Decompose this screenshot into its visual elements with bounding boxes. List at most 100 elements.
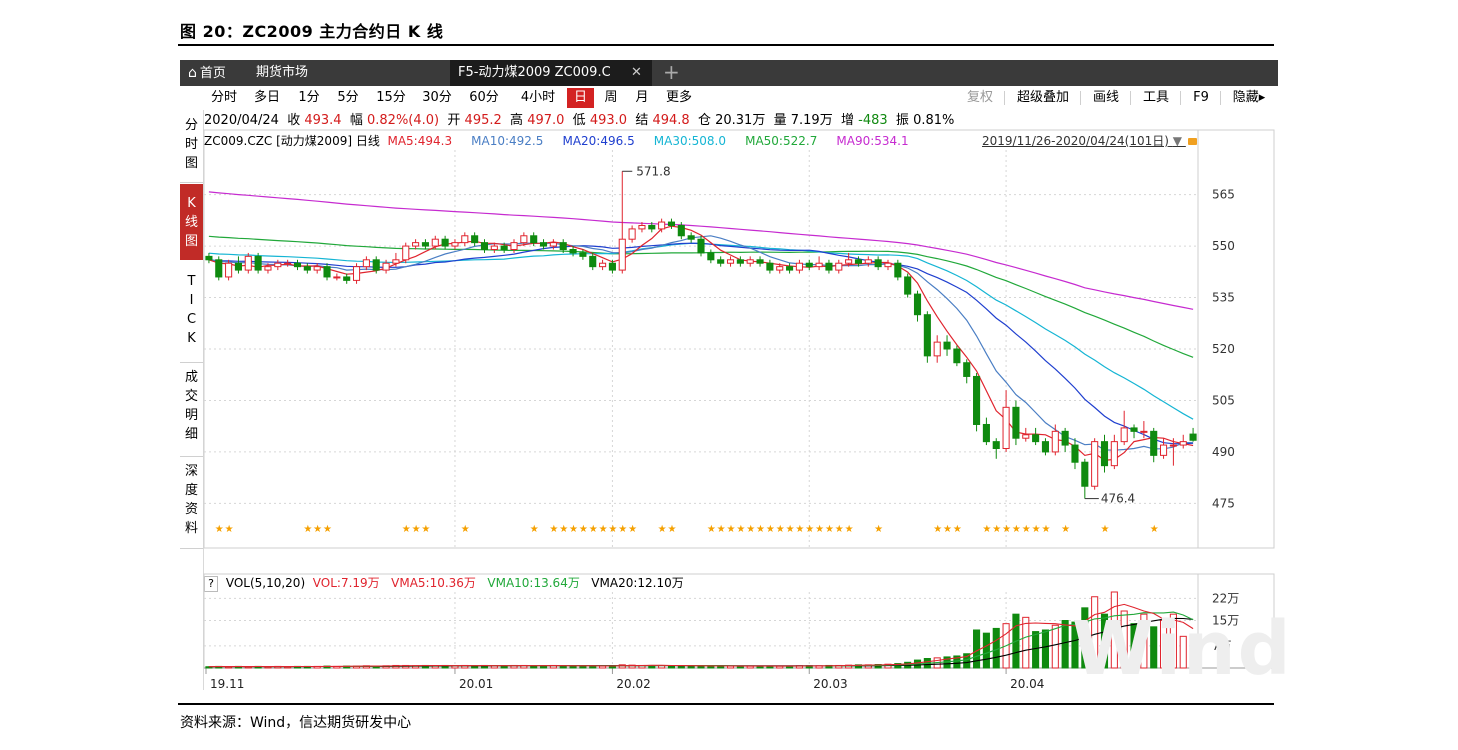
event-star-icon: ★ (795, 524, 804, 535)
candle-body (628, 228, 636, 240)
event-star-icon: ★ (313, 524, 322, 535)
candle-body (480, 242, 489, 250)
candle-body (1130, 427, 1138, 432)
candle-body (530, 235, 538, 244)
candle-body (697, 238, 705, 254)
event-star-icon: ★ (549, 524, 558, 535)
event-star-icon: ★ (599, 524, 608, 535)
price-tick-label: 475 (1212, 496, 1235, 510)
candle-body (1140, 430, 1148, 433)
candle-body (441, 238, 449, 247)
candle-body (1022, 434, 1030, 439)
event-star-icon: ★ (402, 524, 411, 535)
candle-body (805, 262, 813, 268)
event-star-icon: ★ (608, 524, 617, 535)
candle-body (894, 262, 902, 278)
candle-body (667, 221, 676, 226)
event-star-icon: ★ (766, 524, 775, 535)
candle-body (864, 259, 872, 264)
candle-body (776, 266, 784, 271)
bottom-rule (178, 703, 1274, 705)
candle-body (963, 362, 971, 377)
candle-body (835, 262, 843, 271)
candle-body (1150, 430, 1158, 456)
candle-body (1169, 444, 1177, 447)
candle-body (874, 259, 882, 268)
candle-body (1100, 441, 1109, 467)
candle-body (786, 266, 794, 271)
candle-body (707, 252, 715, 261)
volume-tick-label: 22万 (1212, 591, 1239, 605)
event-star-icon: ★ (1002, 524, 1011, 535)
event-star-icon: ★ (815, 524, 824, 535)
event-star-icon: ★ (982, 524, 991, 535)
wind-watermark: Wind (1072, 606, 1293, 692)
candle-body (1110, 441, 1118, 467)
event-star-icon: ★ (717, 524, 726, 535)
event-star-icon: ★ (874, 524, 883, 535)
candle-body (392, 259, 400, 264)
volume-bar (569, 665, 577, 669)
event-star-icon: ★ (727, 524, 736, 535)
candle-body (726, 259, 735, 264)
event-star-icon: ★ (1012, 524, 1021, 535)
high-label: 571.8 (636, 164, 670, 178)
candle-body (854, 259, 863, 264)
candle-body (973, 375, 981, 425)
event-star-icon: ★ (303, 524, 312, 535)
candle-body (362, 259, 370, 268)
candle-body (1012, 406, 1020, 439)
event-star-icon: ★ (579, 524, 588, 535)
candle-body (372, 259, 380, 271)
event-star-icon: ★ (618, 524, 627, 535)
candle-body (982, 423, 990, 443)
candle-body (579, 252, 587, 257)
event-star-icon: ★ (845, 524, 854, 535)
candle-body (471, 235, 479, 244)
candle-body (431, 238, 439, 247)
candle-body (992, 441, 1000, 450)
candle-body (284, 262, 292, 265)
event-star-icon: ★ (215, 524, 224, 535)
event-star-icon: ★ (943, 524, 952, 535)
candle-body (1041, 441, 1050, 453)
price-tick-label: 490 (1212, 445, 1235, 459)
candle-body (569, 249, 577, 254)
event-star-icon: ★ (953, 524, 962, 535)
candle-body (1061, 430, 1069, 446)
event-star-icon: ★ (746, 524, 755, 535)
candle-body (333, 276, 341, 279)
price-tick-label: 535 (1212, 291, 1235, 305)
event-star-icon: ★ (569, 524, 578, 535)
candle-body (589, 255, 597, 268)
event-star-icon: ★ (658, 524, 667, 535)
candle-body (746, 259, 754, 264)
candle-body (825, 262, 833, 271)
candle-body (323, 266, 331, 278)
candle-body (658, 221, 666, 230)
event-star-icon: ★ (1101, 524, 1110, 535)
candle-body (648, 224, 656, 230)
candle-body (313, 266, 321, 271)
event-star-icon: ★ (589, 524, 598, 535)
event-star-icon: ★ (825, 524, 834, 535)
time-tick-label: 20.04 (1010, 677, 1044, 691)
event-star-icon: ★ (667, 524, 676, 535)
event-star-icon: ★ (530, 524, 539, 535)
candle-body (1179, 441, 1187, 446)
event-star-icon: ★ (736, 524, 745, 535)
candle-body (352, 266, 361, 281)
event-star-icon: ★ (461, 524, 470, 535)
candle-body (717, 259, 725, 264)
low-label: 476.4 (1101, 492, 1135, 506)
event-star-icon: ★ (835, 524, 844, 535)
candle-body (1032, 434, 1040, 443)
candle-body (421, 242, 429, 247)
candle-body (225, 262, 233, 278)
candle-body (687, 235, 695, 240)
candle-body (884, 262, 892, 268)
candle-body (303, 266, 311, 271)
event-star-icon: ★ (1150, 524, 1159, 535)
candle-body (244, 255, 252, 271)
price-tick-label: 520 (1212, 342, 1235, 356)
